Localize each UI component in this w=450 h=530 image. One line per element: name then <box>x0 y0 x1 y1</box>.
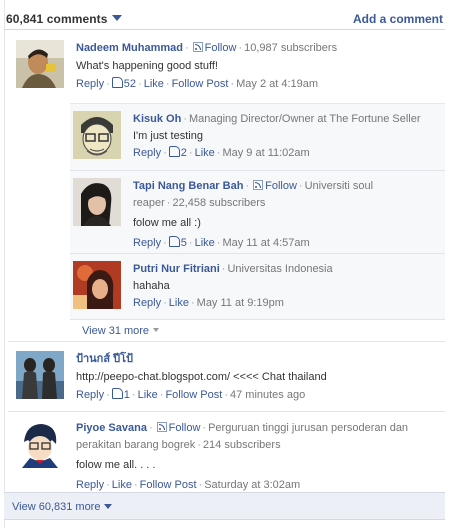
chevron-down-icon <box>104 504 113 509</box>
subscribe-rss-icon <box>156 422 167 432</box>
view-more-label: View 31 more <box>82 325 150 337</box>
reply-body: Putri Nur Fitriani · Universitas Indonesia… <box>133 261 445 312</box>
reply-divider <box>70 253 445 254</box>
follow-post-link[interactable]: Follow Post <box>165 389 222 401</box>
reply-body: Tapi Nang Benar Bah · Follow · Universiti so… <box>133 178 445 252</box>
comment-item: Nadeem Muhammad · Follow · 10,987 subscriber… <box>16 40 445 100</box>
timestamp: May 9 at 11:02am <box>222 147 310 159</box>
reply-text: I'm just testing <box>133 130 203 142</box>
reply-link[interactable]: Reply <box>76 389 104 401</box>
avatar-photo-icon <box>16 351 64 399</box>
avatar-photo-icon <box>73 178 121 226</box>
caret-down-icon <box>111 15 122 21</box>
like-link[interactable]: Like <box>112 479 132 491</box>
thumbs-up-icon <box>111 388 123 399</box>
comments-widget: 60,841 comments Add a comment Nadeem Muh… <box>4 0 445 528</box>
comment-body: Nadeem Muhammad · Follow · 10,987 subscriber… <box>76 40 445 93</box>
like-count[interactable]: 5 <box>181 237 187 249</box>
follow-post-link[interactable]: Follow Post <box>172 78 229 90</box>
author-title: Universitas Indonesia <box>227 263 333 275</box>
like-link[interactable]: Like <box>169 297 189 309</box>
like-link[interactable]: Like <box>138 389 158 401</box>
subscribe-rss-icon <box>192 42 203 52</box>
comment-body: ป้านกส์ ปีโป้ http://peepo-chat.blogspot… <box>76 351 445 404</box>
comment-divider <box>8 411 445 412</box>
reply-divider <box>70 170 445 171</box>
reply-text: hahaha <box>133 280 170 292</box>
chevron-down-icon <box>153 328 160 332</box>
like-count[interactable]: 1 <box>124 389 130 401</box>
author-name[interactable]: Tapi Nang Benar Bah <box>133 180 243 192</box>
thumbs-up-icon <box>168 236 180 247</box>
author-title: Managing Director/Owner at The Fortune S… <box>188 113 421 125</box>
avatar[interactable] <box>16 351 64 399</box>
subscriber-count: 214 subscribers <box>202 439 281 451</box>
subscriber-count: 22,458 subscribers <box>172 197 266 209</box>
comment-count-sort[interactable]: 60,841 comments <box>6 12 122 26</box>
reply-item: Kisuk Oh · Managing Director/Owner at The … <box>73 111 445 163</box>
follow-post-link[interactable]: Follow Post <box>140 479 197 491</box>
header-divider <box>4 29 445 30</box>
reply-divider <box>70 319 445 320</box>
like-link[interactable]: Like <box>195 237 215 249</box>
avatar-cartoon-icon <box>16 420 64 468</box>
follow-link[interactable]: Follow <box>205 42 237 54</box>
follow-link[interactable]: Follow <box>265 180 297 192</box>
like-count[interactable]: 52 <box>124 78 136 90</box>
comment-text: What's happening good stuff! <box>76 60 218 72</box>
comment-text: folow me all. . . . <box>76 459 156 471</box>
comment-item: ป้านกส์ ปีโป้ http://peepo-chat.blogspot… <box>16 351 445 403</box>
reply-link[interactable]: Reply <box>133 147 161 159</box>
subscribe-rss-icon <box>253 180 264 190</box>
reply-text: folow me all :) <box>133 217 201 229</box>
avatar-photo-icon <box>73 261 121 309</box>
reply-link[interactable]: Reply <box>76 78 104 90</box>
avatar[interactable] <box>16 40 64 88</box>
timestamp: May 11 at 9:19pm <box>196 297 284 309</box>
view-more-comments-label: View 60,831 more <box>12 501 113 513</box>
thumbs-up-icon <box>168 146 180 157</box>
like-count[interactable]: 2 <box>181 147 187 159</box>
like-link[interactable]: Like <box>144 78 164 90</box>
add-comment-link[interactable]: Add a comment <box>353 12 443 26</box>
reply-body: Kisuk Oh · Managing Director/Owner at The … <box>133 111 445 162</box>
view-more-replies-link[interactable]: View 31 more <box>82 325 160 337</box>
author-name[interactable]: Kisuk Oh <box>133 113 181 125</box>
timestamp: May 11 at 4:57am <box>222 237 310 249</box>
timestamp: Saturday at 3:02am <box>204 479 301 491</box>
author-name[interactable]: ป้านกส์ ปีโป้ <box>76 353 133 365</box>
thumbs-up-icon <box>111 77 123 88</box>
timestamp: May 2 at 4:19am <box>236 78 319 90</box>
reply-link[interactable]: Reply <box>133 237 161 249</box>
comment-text: http://peepo-chat.blogspot.com/ <<<< Cha… <box>76 371 327 383</box>
timestamp: 47 minutes ago <box>229 389 306 401</box>
reply-item: Putri Nur Fitriani · Universitas Indonesia… <box>73 261 445 313</box>
comment-body: Piyoe Savana · Follow · Perguruan tinggi jur… <box>76 420 445 494</box>
comment-item: Piyoe Savana · Follow · Perguruan tinggi jur… <box>16 420 445 491</box>
avatar[interactable] <box>73 261 121 309</box>
avatar-photo-icon <box>16 40 64 88</box>
comments-header: 60,841 comments Add a comment <box>4 8 445 28</box>
like-link[interactable]: Like <box>195 147 215 159</box>
author-name[interactable]: Nadeem Muhammad <box>76 42 183 54</box>
avatar[interactable] <box>16 420 64 468</box>
left-border <box>4 0 5 528</box>
author-name[interactable]: Piyoe Savana <box>76 422 147 434</box>
avatar[interactable] <box>73 111 121 159</box>
avatar[interactable] <box>73 178 121 226</box>
reply-link[interactable]: Reply <box>133 297 161 309</box>
avatar-illustration-icon <box>73 111 121 159</box>
reply-link[interactable]: Reply <box>76 479 104 491</box>
comment-count: 60,841 comments <box>6 12 108 26</box>
comment-divider <box>8 341 445 342</box>
author-name[interactable]: Putri Nur Fitriani <box>133 263 220 275</box>
subscriber-count: 10,987 subscribers <box>244 42 338 54</box>
view-more-comments-button[interactable]: View 60,831 more <box>4 492 445 520</box>
reply-item: Tapi Nang Benar Bah · Follow · Universiti so… <box>73 178 445 249</box>
view-more-text: View 60,831 more <box>12 501 101 513</box>
follow-link[interactable]: Follow <box>169 422 201 434</box>
